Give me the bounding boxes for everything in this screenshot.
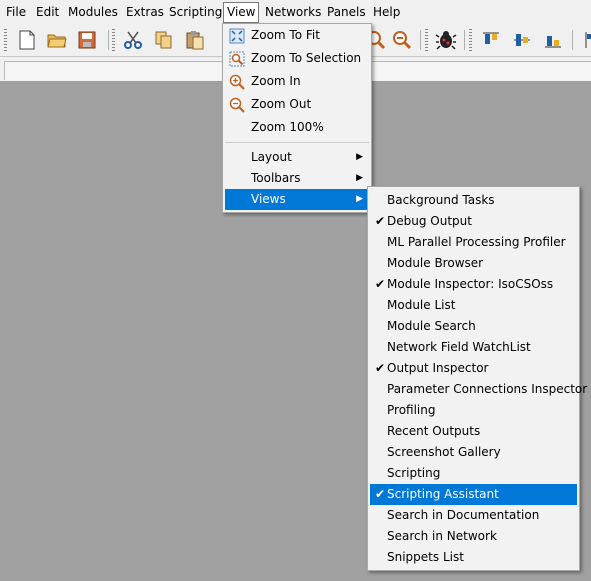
menu-item-zoom-in[interactable]: Zoom In bbox=[225, 71, 369, 92]
view-menu: Zoom To Fit Zoom To Selection Zoom In Zo… bbox=[222, 23, 372, 213]
menu-view[interactable]: View bbox=[223, 2, 260, 23]
views-item-network-field-watchlist[interactable]: Network Field WatchList bbox=[370, 337, 577, 358]
views-item-scripting[interactable]: Scripting bbox=[370, 463, 577, 484]
align-top-icon[interactable] bbox=[479, 28, 503, 52]
views-item-module-search[interactable]: Module Search bbox=[370, 316, 577, 337]
cut-icon[interactable] bbox=[121, 28, 145, 52]
open-folder-icon[interactable] bbox=[45, 28, 69, 52]
views-item-ml-parallel-processing-profiler[interactable]: ML Parallel Processing Profiler bbox=[370, 232, 577, 253]
menu-file[interactable]: File bbox=[3, 3, 29, 22]
views-item-module-inspector[interactable]: ✔ Module Inspector: IsoCSOss bbox=[370, 274, 577, 295]
menu-item-zoom-100[interactable]: Zoom 100% bbox=[225, 117, 369, 138]
zoom-to-fit-icon bbox=[229, 28, 245, 44]
views-item-screenshot-gallery[interactable]: Screenshot Gallery bbox=[370, 442, 577, 463]
menu-edit[interactable]: Edit bbox=[33, 3, 62, 22]
menu-panels[interactable]: Panels bbox=[324, 3, 369, 22]
checkmark-icon: ✔ bbox=[375, 487, 386, 501]
menu-item-toolbars[interactable]: Toolbars ▶ bbox=[225, 168, 369, 189]
toolbar-grip[interactable] bbox=[4, 29, 7, 51]
copy-icon[interactable] bbox=[152, 28, 176, 52]
views-item-module-list[interactable]: Module List bbox=[370, 295, 577, 316]
menu-item-zoom-out[interactable]: Zoom Out bbox=[225, 94, 369, 115]
views-item-debug-output[interactable]: ✔ Debug Output bbox=[370, 211, 577, 232]
views-item-search-in-network[interactable]: Search in Network bbox=[370, 526, 577, 547]
align-middle-icon[interactable] bbox=[510, 28, 534, 52]
menu-extras[interactable]: Extras bbox=[123, 3, 167, 22]
paste-icon[interactable] bbox=[183, 28, 207, 52]
views-item-profiling[interactable]: Profiling bbox=[370, 400, 577, 421]
align-left-icon[interactable] bbox=[578, 28, 591, 52]
submenu-arrow-icon: ▶ bbox=[356, 152, 363, 162]
checkmark-icon: ✔ bbox=[375, 361, 386, 375]
views-item-scripting-assistant[interactable]: ✔ Scripting Assistant bbox=[370, 484, 577, 505]
menu-separator bbox=[225, 142, 369, 143]
checkmark-icon: ✔ bbox=[375, 214, 386, 228]
menu-modules[interactable]: Modules bbox=[65, 3, 121, 22]
zoom-out-icon bbox=[229, 97, 245, 113]
new-file-icon[interactable] bbox=[15, 28, 39, 52]
menu-item-layout[interactable]: Layout ▶ bbox=[225, 147, 369, 168]
views-item-recent-outputs[interactable]: Recent Outputs bbox=[370, 421, 577, 442]
save-icon[interactable] bbox=[75, 28, 99, 52]
zoom-out-toolbar-icon[interactable] bbox=[390, 28, 414, 52]
menu-item-zoom-to-selection[interactable]: Zoom To Selection bbox=[225, 48, 369, 69]
submenu-arrow-icon: ▶ bbox=[356, 173, 363, 183]
zoom-in-icon bbox=[229, 74, 245, 90]
views-item-background-tasks[interactable]: Background Tasks bbox=[370, 190, 577, 211]
menu-item-views[interactable]: Views ▶ bbox=[225, 189, 369, 210]
menu-networks[interactable]: Networks bbox=[262, 3, 324, 22]
views-item-output-inspector[interactable]: ✔ Output Inspector bbox=[370, 358, 577, 379]
views-submenu: Background Tasks ✔ Debug Output ML Paral… bbox=[367, 186, 587, 571]
views-item-snippets-list[interactable]: Snippets List bbox=[370, 547, 577, 568]
menu-scripting[interactable]: Scripting bbox=[166, 3, 225, 22]
views-item-module-browser[interactable]: Module Browser bbox=[370, 253, 577, 274]
debug-bug-icon[interactable] bbox=[434, 28, 458, 52]
toolbar-grip-4[interactable] bbox=[469, 29, 472, 51]
views-item-parameter-connections-inspector[interactable]: Parameter Connections Inspector bbox=[370, 379, 587, 400]
views-item-search-in-documentation[interactable]: Search in Documentation bbox=[370, 505, 577, 526]
submenu-arrow-icon: ▶ bbox=[356, 194, 363, 204]
checkmark-icon: ✔ bbox=[375, 277, 386, 291]
zoom-to-selection-icon bbox=[229, 51, 245, 67]
menu-help[interactable]: Help bbox=[370, 3, 403, 22]
menu-item-zoom-to-fit[interactable]: Zoom To Fit bbox=[225, 25, 369, 46]
toolbar-grip-3[interactable] bbox=[425, 29, 428, 51]
toolbar-grip-2[interactable] bbox=[112, 29, 115, 51]
menu-bar: File Edit Modules Extras Scripting View … bbox=[0, 0, 591, 24]
align-bottom-icon[interactable] bbox=[541, 28, 565, 52]
